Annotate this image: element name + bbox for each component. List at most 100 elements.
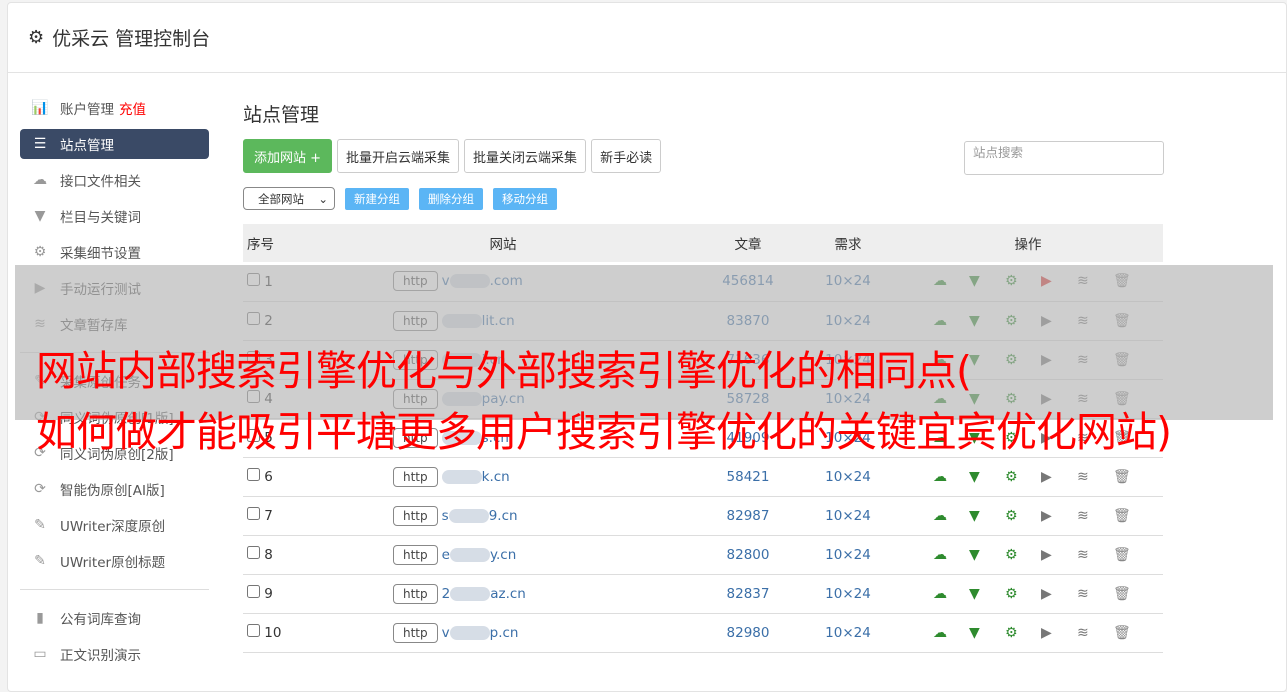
- site-url[interactable]: k.cn: [482, 469, 510, 485]
- row-checkbox[interactable]: [247, 546, 260, 559]
- play-icon[interactable]: ▶: [1041, 547, 1077, 563]
- row-id: 8: [264, 547, 273, 563]
- app-header: ⚙ 优采云 管理控制台: [8, 3, 1286, 73]
- sidebar-item[interactable]: ▮ 公有词库查询: [20, 600, 209, 636]
- sidebar-item[interactable]: 📊 账户管理 充值: [20, 90, 209, 126]
- database-icon[interactable]: ≋: [1077, 625, 1113, 641]
- sidebar-item[interactable]: ✎ UWriter原创标题: [20, 543, 209, 579]
- protocol-badge: http: [393, 505, 438, 526]
- cloud-upload-icon[interactable]: ☁: [933, 508, 969, 524]
- add-site-button[interactable]: 添加网站 +: [243, 139, 333, 173]
- need-value[interactable]: 10×24: [803, 574, 893, 614]
- site-search-input[interactable]: 站点搜索: [964, 141, 1164, 175]
- recharge-link[interactable]: 充值: [119, 98, 146, 118]
- bar-chart-icon: 📊: [31, 100, 49, 116]
- play-icon[interactable]: ▶: [1041, 586, 1077, 602]
- play-icon[interactable]: ▶: [1041, 469, 1077, 485]
- cloud-upload-icon[interactable]: ☁: [933, 469, 969, 485]
- sidebar-item-label: UWriter原创标题: [60, 555, 166, 571]
- filter-icon[interactable]: ▼: [969, 625, 1005, 641]
- protocol-badge: http: [393, 583, 438, 604]
- site-url[interactable]: az.cn: [490, 586, 526, 602]
- sidebar-item-label: 智能伪原创[AI版]: [60, 483, 165, 499]
- sidebar-item-label: 账户管理: [60, 102, 114, 118]
- trash-icon[interactable]: 🗑: [1113, 469, 1149, 485]
- play-icon[interactable]: ▶: [1041, 508, 1077, 524]
- sidebar-item-label: 采集细节设置: [60, 246, 141, 262]
- trash-icon[interactable]: 🗑: [1113, 625, 1149, 641]
- site-filter-select[interactable]: 全部网站 ⌄: [243, 187, 335, 210]
- site-url[interactable]: p.cn: [490, 625, 519, 641]
- redacted-blur: [450, 586, 491, 601]
- site-url[interactable]: 9.cn: [489, 508, 518, 524]
- gears-icon[interactable]: ⚙: [1005, 508, 1041, 524]
- sidebar-item-label: 正文识别演示: [60, 648, 141, 664]
- row-checkbox[interactable]: [247, 468, 260, 481]
- article-count[interactable]: 82987: [693, 496, 803, 536]
- play-icon[interactable]: ▶: [1041, 625, 1077, 641]
- sidebar-item[interactable]: ▭ 正文识别演示: [20, 636, 209, 672]
- article-count[interactable]: 58421: [693, 457, 803, 497]
- page-title: 站点管理: [243, 104, 320, 126]
- database-icon[interactable]: ≋: [1077, 586, 1113, 602]
- gears-icon[interactable]: ⚙: [1005, 586, 1041, 602]
- filter-icon[interactable]: ▼: [969, 586, 1005, 602]
- gears-icon[interactable]: ⚙: [1005, 469, 1041, 485]
- col-need: 需求: [803, 224, 893, 262]
- gears-icon: ⚙: [33, 244, 47, 260]
- gears-icon[interactable]: ⚙: [1005, 625, 1041, 641]
- article-count[interactable]: 82800: [693, 535, 803, 575]
- filter-icon[interactable]: ▼: [969, 469, 1005, 485]
- need-value[interactable]: 10×24: [803, 496, 893, 536]
- database-icon[interactable]: ≋: [1077, 547, 1113, 563]
- sidebar-item[interactable]: ☁ 接口文件相关: [20, 162, 209, 198]
- sidebar-item[interactable]: ✎ UWriter深度原创: [20, 507, 209, 543]
- filter-icon[interactable]: ▼: [969, 508, 1005, 524]
- chevron-down-icon: ⌄: [318, 191, 328, 206]
- edit-icon: ✎: [34, 553, 46, 569]
- table-row: 9 http 2 az.cn 82837 10×24 ☁ ▼ ⚙ ▶ ≋ 🗑: [243, 574, 1163, 614]
- filter-icon[interactable]: ▼: [969, 547, 1005, 563]
- article-count[interactable]: 82837: [693, 574, 803, 614]
- need-value[interactable]: 10×24: [803, 613, 893, 653]
- cloud-upload-icon[interactable]: ☁: [933, 625, 969, 641]
- row-checkbox[interactable]: [247, 585, 260, 598]
- cloud-upload-icon[interactable]: ☁: [933, 547, 969, 563]
- trash-icon[interactable]: 🗑: [1113, 508, 1149, 524]
- site-url[interactable]: y.cn: [490, 547, 516, 563]
- move-group-button[interactable]: 移动分组: [493, 187, 557, 210]
- sidebar-item[interactable]: ⟳ 智能伪原创[AI版]: [20, 471, 209, 507]
- database-icon[interactable]: ≋: [1077, 508, 1113, 524]
- sidebar-item[interactable]: ☰ 站点管理: [20, 129, 209, 159]
- new-group-button[interactable]: 新建分组: [345, 187, 409, 210]
- overlay-title-line1: 网站内部搜索引擎优化与外部搜索引擎优化的相同点(: [36, 347, 972, 395]
- row-checkbox[interactable]: [247, 624, 260, 637]
- need-value[interactable]: 10×24: [803, 535, 893, 575]
- sidebar-item-label: 公有词库查询: [60, 612, 141, 628]
- trash-icon[interactable]: 🗑: [1113, 547, 1149, 563]
- batch-open-button[interactable]: 批量开启云端采集: [337, 139, 460, 173]
- cloud-upload-icon[interactable]: ☁: [933, 586, 969, 602]
- row-checkbox[interactable]: [247, 507, 260, 520]
- col-id: 序号: [243, 224, 313, 262]
- need-value[interactable]: 10×24: [803, 457, 893, 497]
- monitor-icon: ▭: [33, 646, 47, 662]
- delete-group-button[interactable]: 删除分组: [419, 187, 483, 210]
- gear-icon: ⚙: [28, 27, 45, 48]
- protocol-badge: http: [393, 544, 438, 565]
- row-id: 6: [264, 469, 273, 485]
- article-count[interactable]: 82980: [693, 613, 803, 653]
- site-url-prefix: e: [441, 546, 450, 563]
- overlay-title-line2: 如何做才能吸引平塘更多用户搜索引擎优化的关键宜宾优化网站): [36, 408, 1172, 456]
- sidebar-item-label: UWriter深度原创: [60, 519, 166, 535]
- batch-close-button[interactable]: 批量关闭云端采集: [464, 139, 587, 173]
- table-row: 10 http v p.cn 82980 10×24 ☁ ▼ ⚙ ▶ ≋ 🗑: [243, 613, 1163, 653]
- guide-button[interactable]: 新手必读: [591, 139, 662, 173]
- trash-icon[interactable]: 🗑: [1113, 586, 1149, 602]
- gears-icon[interactable]: ⚙: [1005, 547, 1041, 563]
- col-site: 网站: [313, 224, 693, 262]
- database-icon[interactable]: ≋: [1077, 469, 1113, 485]
- protocol-badge: http: [393, 466, 438, 487]
- sidebar-item[interactable]: ▼ 栏目与关键词: [20, 198, 209, 234]
- site-url-prefix: v: [441, 624, 450, 641]
